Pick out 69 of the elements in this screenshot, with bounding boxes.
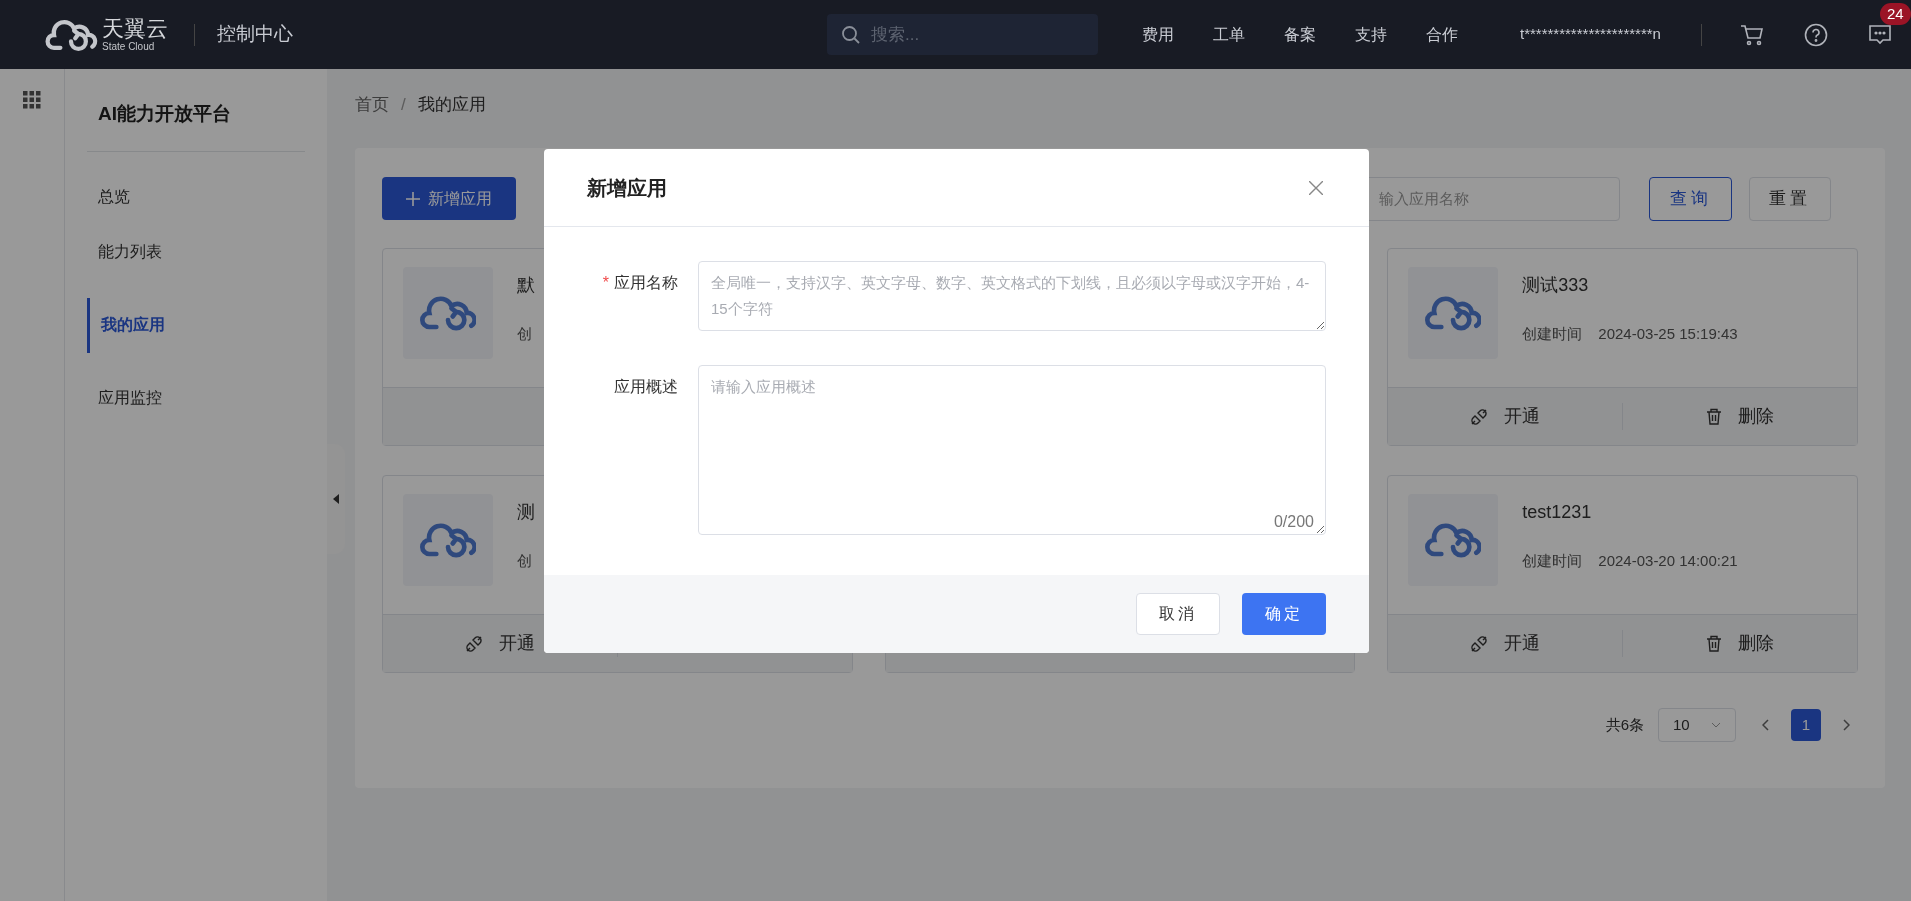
sidebar-item[interactable]: 应用监控 xyxy=(87,370,305,426)
created-time: 2024-03-25 15:19:43 xyxy=(1598,324,1738,344)
trash-icon xyxy=(1706,408,1723,425)
enable-button[interactable]: 开通 xyxy=(1470,403,1541,430)
breadcrumb-link[interactable]: 首页 xyxy=(355,92,389,118)
logo-subtitle: State Cloud xyxy=(102,41,156,52)
created-label: 创建时间 xyxy=(1522,324,1583,344)
cloud-icon xyxy=(1425,294,1482,332)
total-count: 共6条 xyxy=(1605,714,1644,735)
confirm-button[interactable]: 确定 xyxy=(1242,593,1326,635)
reset-button[interactable]: 重置 xyxy=(1749,176,1831,221)
field-label: 应用名称 xyxy=(614,273,678,293)
next-page-icon[interactable] xyxy=(1843,719,1850,731)
breadcrumb-link[interactable]: 我的应用 xyxy=(417,92,486,118)
enable-button[interactable]: 开通 xyxy=(464,630,535,657)
text-area[interactable]: 全局唯一，支持汉字、英文字母、数字、英文格式的下划线，且必须以字母或汉字开始，4-15个字符 xyxy=(698,261,1326,331)
chevron-down-icon xyxy=(1711,722,1721,728)
cart-icon[interactable] xyxy=(1739,23,1764,46)
user-account[interactable]: t**********************n xyxy=(1520,23,1661,46)
search-field[interactable]: 搜索... xyxy=(827,14,1098,55)
created-label: 创建时间 xyxy=(1522,551,1583,571)
add-app-button[interactable]: 新增应用 xyxy=(382,177,516,220)
logo-icon xyxy=(44,17,98,52)
caret-icon xyxy=(333,494,339,504)
help-icon[interactable] xyxy=(1803,22,1828,47)
delete-button[interactable]: 删除 xyxy=(1706,403,1775,430)
search-icon xyxy=(841,25,861,45)
cloud-icon xyxy=(1425,521,1482,559)
app-name: 测 xyxy=(517,501,535,524)
nav-link[interactable]: 支持 xyxy=(1355,22,1387,47)
character-counter: 0/200 xyxy=(1273,512,1314,532)
close-icon xyxy=(1309,180,1323,195)
plus-icon xyxy=(406,191,420,206)
link-icon xyxy=(1470,634,1489,653)
link-icon xyxy=(1470,407,1489,426)
apps-grid-icon[interactable] xyxy=(23,91,41,109)
app-name: 测试333 xyxy=(1522,274,1590,297)
message-icon[interactable] xyxy=(1867,22,1892,47)
created-label: 创 xyxy=(517,324,532,344)
required-mark: * xyxy=(602,273,609,293)
query-button[interactable]: 查询 xyxy=(1649,176,1732,221)
sidebar-title: AI能力开放平台 xyxy=(87,69,305,152)
delete-button[interactable]: 删除 xyxy=(1706,630,1775,657)
notification-badge: 24 xyxy=(1879,2,1911,25)
console-title: 控制中心 xyxy=(217,22,293,47)
app-name: 默 xyxy=(517,274,535,297)
nav-link[interactable]: 备案 xyxy=(1284,22,1316,47)
app-name: test1231 xyxy=(1522,501,1593,524)
sidebar-item[interactable]: 我的应用 xyxy=(87,297,305,353)
created-label: 创 xyxy=(517,551,532,571)
dialog-title: 新增应用 xyxy=(587,175,667,201)
previous-page-icon[interactable] xyxy=(1762,719,1769,731)
trash-icon xyxy=(1706,635,1723,652)
nav-link[interactable]: 费用 xyxy=(1142,22,1174,47)
sidebar-item[interactable]: 能力列表 xyxy=(87,224,305,280)
page-button[interactable]: 1 xyxy=(1791,709,1821,741)
link-icon xyxy=(464,634,483,653)
created-time: 2024-03-20 14:00:21 xyxy=(1598,551,1738,571)
page-size-select[interactable]: 10 xyxy=(1658,708,1736,742)
cloud-icon xyxy=(420,521,476,559)
nav-link[interactable]: 工单 xyxy=(1213,22,1245,47)
enable-button[interactable]: 开通 xyxy=(1470,630,1541,657)
nav-link[interactable]: 合作 xyxy=(1426,22,1458,47)
logo-name: 天翼云 xyxy=(102,17,168,40)
cancel-button[interactable]: 取消 xyxy=(1136,593,1220,635)
field-label: 应用概述 xyxy=(614,377,678,397)
cloud-icon xyxy=(420,294,476,332)
breadcrumb-separator: / xyxy=(401,94,406,117)
sidebar-item[interactable]: 总览 xyxy=(87,169,305,225)
